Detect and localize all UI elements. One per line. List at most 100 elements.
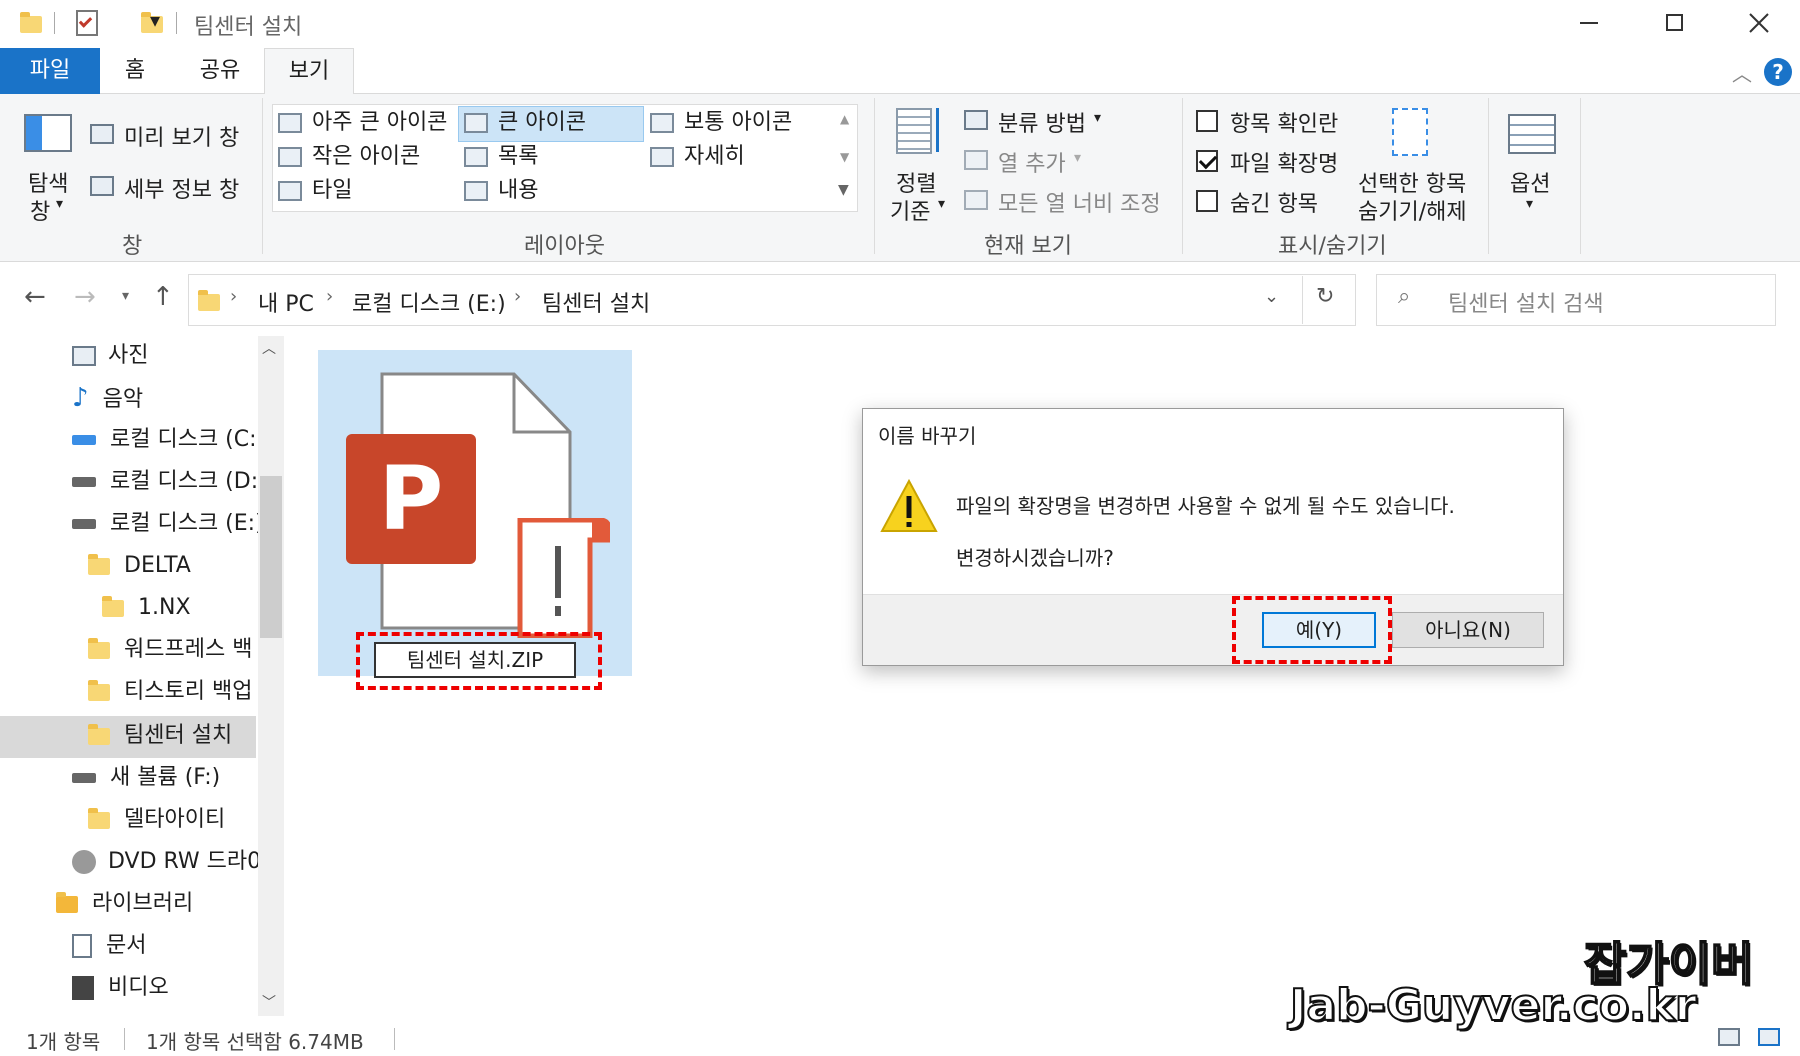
preview-pane-button[interactable]: 미리 보기 창 [124,120,239,152]
address-dropdown-icon[interactable]: ⌄ [1264,286,1279,307]
close-button[interactable] [1746,8,1772,38]
options-button[interactable]: 옵션 [1510,166,1550,198]
nav-item-deltait[interactable]: 델타아이티 [88,800,225,840]
tab-home[interactable]: 홈 [100,48,170,94]
item-checkboxes-checkbox[interactable] [1196,110,1218,132]
details-view-icon[interactable] [1718,1028,1740,1046]
scroll-down-icon[interactable]: ﹀ [262,992,276,1012]
ribbon-separator [262,98,263,254]
preview-pane-icon [90,124,114,144]
nav-item-tistory[interactable]: 티스토리 백업 [88,672,252,712]
nav-item-wordpress[interactable]: 워드프레스 백 [88,630,252,670]
nav-item-documents[interactable]: 문서 [72,926,146,966]
details-pane-button[interactable]: 세부 정보 창 [124,172,239,204]
refresh-icon[interactable]: ↻ [1316,284,1334,309]
folder-icon [88,553,110,575]
properties-icon[interactable] [76,10,98,36]
ribbon-separator [1580,98,1581,254]
folder-icon [198,290,220,311]
qat-dropdown-icon[interactable]: ▾ [150,8,160,32]
gallery-scroll-up-icon[interactable]: ▲ [840,112,849,126]
hide-selected-label-2[interactable]: 숨기기/해제 [1358,194,1467,226]
nav-scrollbar[interactable] [258,336,284,1016]
breadcrumb-current[interactable]: 팀센터 설치 [542,286,650,318]
group-label-current-view: 현재 보기 [984,234,1072,259]
gallery-more-icon[interactable]: ▼ [838,182,849,198]
large-icons-view-icon[interactable] [1758,1028,1780,1046]
recent-locations-icon[interactable]: ▾ [122,288,129,304]
nav-item-teamcenter[interactable]: 팀센터 설치 [88,716,232,756]
status-item-count: 1개 항목 [26,1030,101,1054]
no-button[interactable]: 아니요(N) [1392,612,1544,648]
nav-item-delta[interactable]: DELTA [88,546,191,586]
navigation-pane-label-2[interactable]: 창 [30,194,50,226]
close-icon [1749,13,1769,33]
extra-large-icons-icon [278,113,302,133]
details-pane-icon [90,176,114,196]
layout-content[interactable]: 내용 [464,174,538,208]
group-by-button[interactable]: 분류 방법 [998,106,1086,138]
group-by-icon [964,110,988,130]
nav-item-libraries[interactable]: 라이브러리 [56,884,193,924]
folder-icon [102,595,124,617]
fit-columns-button[interactable]: 모든 열 너비 조정 [998,186,1161,218]
nav-item-1nx[interactable]: 1.NX [102,588,191,628]
nav-item-drive-f[interactable]: 새 볼륨 (F:) [72,758,220,798]
nav-item-pictures[interactable]: 사진 [72,336,148,376]
nav-item-drive-d[interactable]: 로컬 디스크 (D: [72,462,258,502]
breadcrumb-this-pc[interactable]: 내 PC [258,286,314,318]
layout-details[interactable]: 자세히 [650,140,745,174]
nav-item-music[interactable]: ♪ 음악 [72,378,143,418]
large-icons-icon [464,113,488,133]
layout-medium-icons[interactable]: 보통 아이콘 [650,106,792,140]
nav-item-dvd[interactable]: DVD RW 드라0 [72,842,261,882]
search-icon: ⌕ [1398,284,1411,309]
back-arrow-icon[interactable]: ← [24,282,46,312]
dvd-icon [72,850,96,874]
layout-small-icons[interactable]: 작은 아이콘 [278,140,420,174]
group-label-layout: 레이아웃 [524,234,605,259]
powerpoint-badge: P [346,434,476,564]
tab-view[interactable]: 보기 [264,48,354,95]
minimize-button[interactable] [1580,22,1598,24]
navigation-pane-icon[interactable] [24,114,72,152]
small-icons-icon [278,147,302,167]
dialog-question: 변경하시겠습니까? [956,546,1114,570]
sort-arrow-icon [936,108,939,152]
nav-item-drive-c[interactable]: 로컬 디스크 (C: [72,420,257,460]
drive-icon [72,773,96,783]
chevron-down-icon: ▾ [938,196,946,212]
gallery-scroll-down-icon[interactable]: ▼ [840,150,849,164]
highlight-rename-box [356,632,602,690]
hidden-items-label[interactable]: 숨긴 항목 [1230,186,1318,218]
file-extensions-checkbox[interactable] [1196,150,1218,172]
search-placeholder[interactable]: 팀센터 설치 검색 [1448,286,1604,318]
breadcrumb-drive-e[interactable]: 로컬 디스크 (E:) [352,286,506,318]
scroll-up-icon[interactable]: ︿ [262,338,276,358]
sort-by-label-2[interactable]: 기준 [890,194,930,226]
group-label-pane: 창 [122,234,143,259]
up-arrow-icon[interactable]: ↑ [152,282,174,312]
qat-separator [176,12,177,34]
breadcrumb-sep-icon: › [514,286,522,307]
highlight-yes-button [1232,596,1392,664]
help-icon[interactable]: ? [1764,58,1792,86]
forward-arrow-icon[interactable]: → [74,282,96,312]
layout-extra-large-icons[interactable]: 아주 큰 아이콘 [278,106,447,140]
nav-item-drive-e[interactable]: 로컬 디스크 (E:) [72,504,264,544]
tab-share[interactable]: 공유 [180,48,260,94]
maximize-button[interactable] [1666,14,1683,31]
nav-scrollbar-thumb[interactable] [260,476,282,638]
nav-item-videos[interactable]: 비디오 [72,968,169,1008]
layout-list[interactable]: 목록 [464,140,538,174]
file-extensions-label[interactable]: 파일 확장명 [1230,146,1338,178]
tab-file[interactable]: 파일 [0,48,100,94]
qat-separator [54,12,55,34]
hidden-items-checkbox[interactable] [1196,190,1218,212]
item-checkboxes-label[interactable]: 항목 확인란 [1230,106,1338,138]
collapse-ribbon-icon[interactable]: ︿ [1732,58,1752,87]
add-columns-button[interactable]: 열 추가 [998,146,1066,178]
layout-tiles[interactable]: 타일 [278,174,352,208]
dialog-title: 이름 바꾸기 [878,424,977,448]
layout-large-icons[interactable]: 큰 아이콘 [464,106,586,140]
